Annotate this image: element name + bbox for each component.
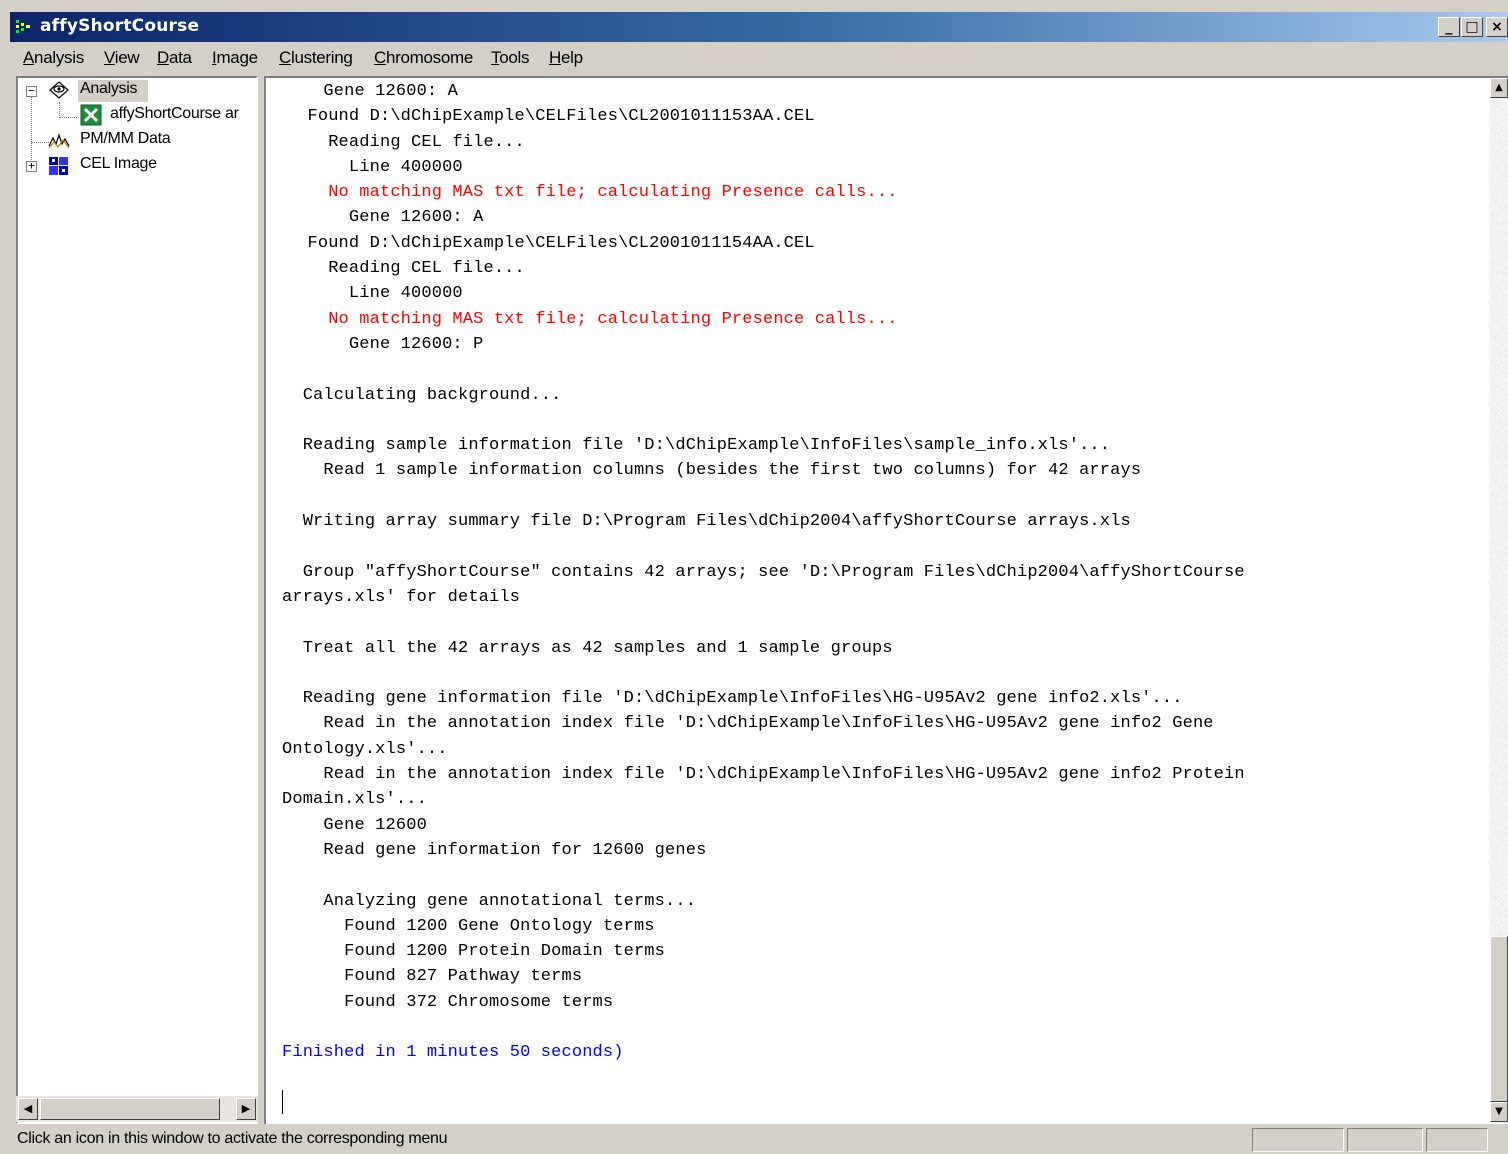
excel-icon xyxy=(80,104,102,126)
log-output-pane[interactable]: Gene 12600: A Found D:\dChipExample\CELFi… xyxy=(264,76,1508,1124)
tree-item-cel-image[interactable]: CEL Image xyxy=(78,155,218,177)
log-line: Line 400000 xyxy=(307,284,463,304)
scroll-thumb[interactable] xyxy=(40,1098,220,1120)
log-line: Found 1200 Gene Ontology terms xyxy=(282,916,655,936)
scroll-right-arrow-icon[interactable]: ▶ xyxy=(236,1098,256,1120)
menu-help[interactable]: Help xyxy=(549,48,583,68)
menu-view[interactable]: View xyxy=(104,48,140,68)
title-bar[interactable]: affyShortCourse _ □ × xyxy=(10,12,1508,42)
log-line: Found 827 Pathway terms xyxy=(282,967,583,987)
tree-item-label: Analysis xyxy=(80,80,138,97)
menu-image[interactable]: Image xyxy=(212,48,258,68)
scroll-down-arrow-icon[interactable]: ▼ xyxy=(1490,1102,1508,1122)
window-title: affyShortCourse xyxy=(40,16,200,36)
tree-connector xyxy=(59,117,77,118)
scroll-up-arrow-icon[interactable]: ▲ xyxy=(1490,78,1508,98)
menu-tools[interactable]: Tools xyxy=(491,48,530,68)
analysis-icon xyxy=(49,81,69,99)
log-line: Read in the annotation index file 'D:\dC… xyxy=(282,714,1214,734)
status-text: Click an icon in this window to activate… xyxy=(17,1130,448,1147)
menu-bar: Analysis View Data Image Clustering Chro… xyxy=(10,44,1508,72)
tree-item-label: PM/MM Data xyxy=(80,130,171,147)
tree-item-pmmm-data[interactable]: PM/MM Data xyxy=(78,130,218,152)
log-line: arrays.xls' for details xyxy=(282,587,521,607)
log-line: Gene 12600: A xyxy=(307,208,484,228)
collapse-analysis-toggle[interactable]: − xyxy=(26,85,37,97)
tree-item-label: CEL Image xyxy=(80,155,157,172)
log-line: Gene 12600 xyxy=(282,815,427,835)
log-line: Domain.xls'... xyxy=(282,790,427,810)
log-line: Read 1 sample information columns (besid… xyxy=(282,461,1142,481)
log-line: Writing array summary file D:\Program Fi… xyxy=(282,512,1131,532)
tree-connector xyxy=(31,96,32,166)
menu-clustering[interactable]: Clustering xyxy=(279,48,353,68)
log-line: Found 1200 Protein Domain terms xyxy=(282,942,666,962)
log-line: Read in the annotation index file 'D:\dC… xyxy=(282,765,1245,785)
analysis-tree[interactable]: − Analysis affyShortCourse ar PM/MM Data… xyxy=(16,76,258,1124)
status-panel xyxy=(1252,1128,1344,1152)
log-line: Reading gene information file 'D:\dChipE… xyxy=(282,689,1183,709)
log-vertical-scrollbar[interactable]: ▲ ▼ xyxy=(1490,78,1508,1124)
log-lines: Gene 12600: A Found D:\dChipExample\CELFi… xyxy=(282,79,1484,1066)
menu-data[interactable]: Data xyxy=(157,48,192,68)
text-caret xyxy=(282,1090,283,1114)
tree-item-analysis[interactable]: Analysis xyxy=(78,80,148,102)
menu-chromosome[interactable]: Chromosome xyxy=(374,48,473,68)
log-line: Read gene information for 12600 genes xyxy=(282,840,707,860)
status-panel xyxy=(1426,1128,1488,1152)
log-line: No matching MAS txt file; calculating Pr… xyxy=(307,309,898,329)
status-bar: Click an icon in this window to activate… xyxy=(10,1126,1508,1154)
log-line: Analyzing gene annotational terms... xyxy=(282,891,697,911)
tree-connector xyxy=(31,142,49,143)
log-line: Ontology.xls'... xyxy=(282,739,448,759)
log-line: Line 400000 xyxy=(307,157,463,177)
log-line: Gene 12600: A xyxy=(282,82,458,101)
maximize-button[interactable]: □ xyxy=(1461,17,1483,37)
log-line: Reading CEL file... xyxy=(307,259,525,279)
log-line: Group "affyShortCourse" contains 42 arra… xyxy=(282,562,1245,582)
log-line: Gene 12600: P xyxy=(307,334,484,354)
menu-analysis[interactable]: Analysis xyxy=(23,48,84,68)
status-panel xyxy=(1347,1128,1423,1152)
log-line: No matching MAS txt file; calculating Pr… xyxy=(307,183,898,203)
app-icon xyxy=(16,20,30,33)
minimize-button[interactable]: _ xyxy=(1438,17,1460,37)
tree-horizontal-scrollbar[interactable]: ◀ ▶ xyxy=(16,1096,258,1122)
log-line: Reading CEL file... xyxy=(307,132,525,152)
log-line: Treat all the 42 arrays as 42 samples an… xyxy=(282,638,893,658)
scroll-left-arrow-icon[interactable]: ◀ xyxy=(18,1098,38,1120)
cel-image-icon xyxy=(49,157,68,175)
log-line: Found D:\dChipExample\CELFiles\CL2001011… xyxy=(307,107,815,127)
tree-item-label: affyShortCourse ar xyxy=(110,105,239,122)
scroll-thumb[interactable] xyxy=(1490,936,1508,1102)
log-line: Calculating background... xyxy=(282,385,562,405)
log-line: Reading sample information file 'D:\dChi… xyxy=(282,436,1111,456)
log-line: Finished in 1 minutes 50 seconds) xyxy=(282,1043,624,1063)
tree-item-affyshortcourse[interactable]: affyShortCourse ar xyxy=(108,105,256,127)
pmmm-chart-icon xyxy=(48,133,70,149)
log-line: Found D:\dChipExample\CELFiles\CL2001011… xyxy=(307,233,815,253)
expand-cel-image-toggle[interactable]: + xyxy=(26,160,37,172)
close-button[interactable]: × xyxy=(1486,17,1508,37)
tree-connector xyxy=(59,102,60,118)
log-line: Found 372 Chromosome terms xyxy=(282,992,614,1012)
